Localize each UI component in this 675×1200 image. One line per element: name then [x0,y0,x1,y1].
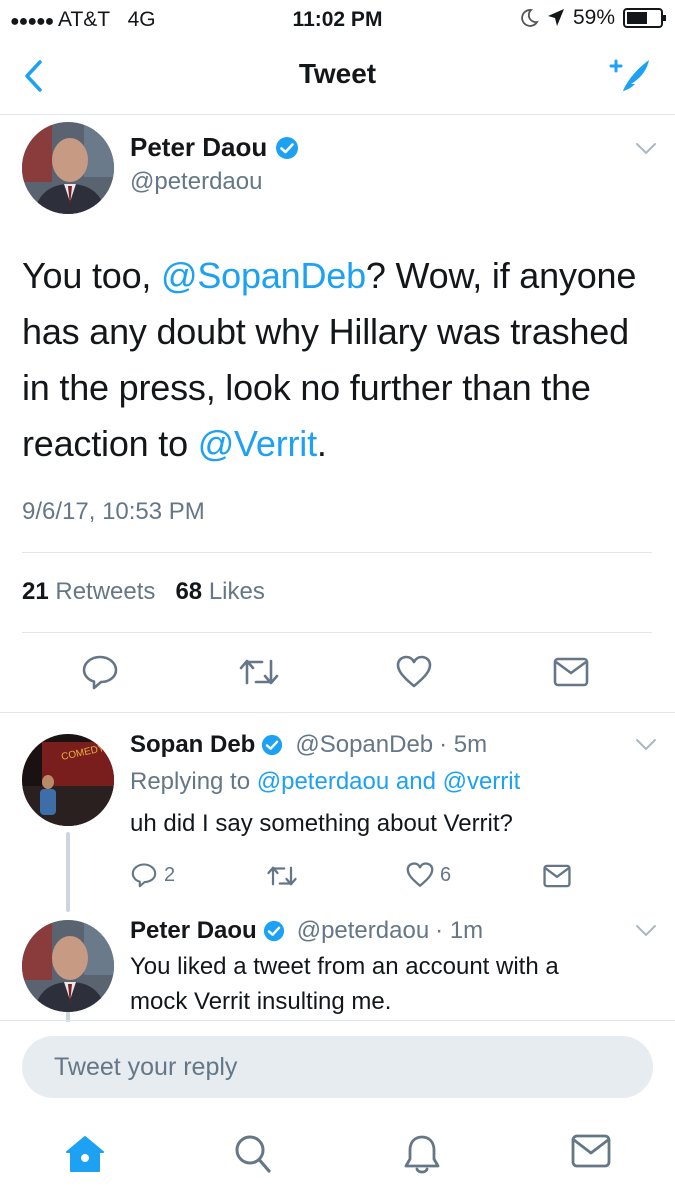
likes-stat[interactable]: 68 Likes [175,578,264,605]
direct-message-button[interactable] [553,657,589,687]
reply-button[interactable] [80,654,120,690]
nav-bar: Tweet [0,40,675,115]
reply-author-name[interactable]: Peter Daou [130,917,257,945]
page-title: Tweet [298,58,377,89]
heart-icon [396,655,432,688]
reply-author-handle[interactable]: @peterdaou [297,917,429,945]
notifications-icon [404,1135,440,1174]
reply-text-line: You liked a tweet from an account with a [130,953,559,980]
chevron-down-icon [636,739,656,751]
reply-avatar[interactable]: COMEDY [22,734,114,826]
battery-percent: 59% [572,6,615,29]
likes-label: Likes [208,578,265,605]
divider [22,632,652,633]
tweet-text: You too, @SopanDeb? Wow, if anyone has a… [22,248,662,472]
reply-count: 2 [164,863,176,886]
verified-badge-icon [263,920,284,942]
verified-badge-icon [262,734,283,756]
avatar-image [22,920,114,1012]
reply-input[interactable]: Tweet your reply [22,1036,653,1098]
thread-connector [66,832,70,912]
retweets-count: 21 [22,578,49,605]
compose-button[interactable] [607,54,653,100]
battery-icon [623,8,666,28]
tweet-text-part: You too, [22,255,162,296]
direct-message-button[interactable] [543,864,571,888]
chevron-down-icon [636,925,656,937]
reply-button[interactable]: 2 [130,862,175,888]
tab-notifications[interactable] [403,1134,441,1176]
reply-avatar[interactable] [22,920,114,1012]
replying-to-prefix: Replying to [130,768,251,795]
author-name-row[interactable]: Peter Daou [130,132,299,163]
like-count: 6 [440,863,452,886]
reply-time: · 5m [439,731,488,758]
tab-bar [0,1118,675,1200]
reply-time: · 1m [435,917,484,944]
reply-text-line: mock Verrit insulting me. [130,988,392,1015]
likes-count: 68 [175,578,203,605]
author-name[interactable]: Peter Daou [130,132,267,163]
tweet-menu-button[interactable] [635,924,657,938]
reply-icon [82,655,118,690]
tweet-timestamp: 9/6/17, 10:53 PM [22,498,205,525]
tweet-stats: 21 Retweets 68 Likes [22,578,265,606]
retweets-stat[interactable]: 21 Retweets [22,578,155,605]
like-button[interactable]: 6 [406,862,451,888]
location-icon [547,9,564,26]
divider [0,712,675,713]
moon-icon [521,9,539,27]
tab-home[interactable] [64,1134,106,1174]
author-avatar[interactable] [22,122,114,214]
compose-tweet-icon [609,59,649,96]
avatar-image: COMEDY [22,734,114,826]
reply-icon [131,863,157,888]
home-icon [66,1136,104,1172]
reply-author-handle[interactable]: @SopanDeb [295,731,433,759]
reply-author-name[interactable]: Sopan Deb [130,731,255,759]
search-icon [235,1135,271,1173]
retweet-icon [267,866,297,886]
avatar-image [22,122,114,214]
divider [0,1020,675,1021]
tweet-menu-button[interactable] [635,142,657,156]
retweets-label: Retweets [55,578,156,605]
author-handle[interactable]: @peterdaou [130,168,262,196]
divider [22,552,652,553]
tweet-text-part: . [316,423,327,464]
mention-link[interactable]: @Verrit [198,423,317,464]
tab-messages[interactable] [571,1134,611,1168]
retweet-button[interactable] [266,864,298,888]
verified-badge-icon [276,136,299,159]
reply-header: Peter Daou @peterdaou · 1m [130,917,483,945]
heart-icon [406,862,434,887]
status-right: 59% [519,6,667,30]
tweet-menu-button[interactable] [635,738,657,752]
tab-search[interactable] [234,1134,272,1174]
like-button[interactable] [396,655,432,689]
reply-input-placeholder: Tweet your reply [54,1053,238,1081]
envelope-icon [553,657,589,687]
chevron-down-icon [636,143,656,155]
mention-link[interactable]: @SopanDeb [161,255,366,296]
messages-icon [571,1134,611,1168]
reply-header: Sopan Deb @SopanDeb · 5m [130,731,487,759]
retweet-icon [239,659,279,685]
status-bar: ●●●●● AT&T 4G 11:02 PM 59% [0,0,675,36]
reply-text: uh did I say something about Verrit? [130,810,513,837]
replying-to-mentions[interactable]: @peterdaou and @verrit [257,768,521,795]
replying-to-line: Replying to @peterdaou and @verrit [130,768,520,796]
retweet-button[interactable] [238,656,280,688]
envelope-icon [543,864,571,888]
